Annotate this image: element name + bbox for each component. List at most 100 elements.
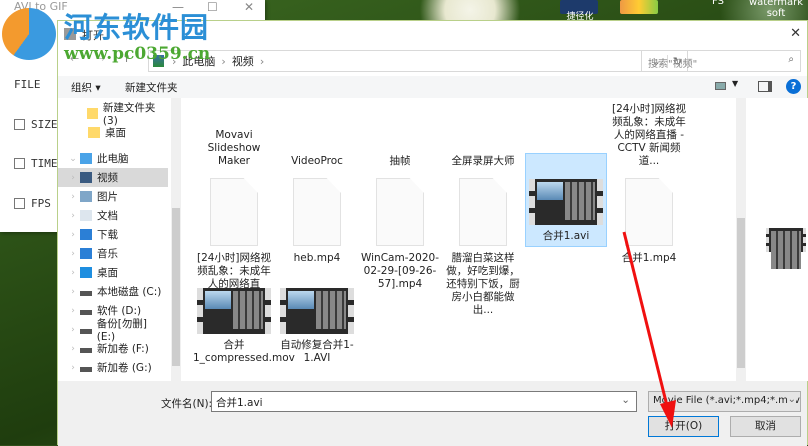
time-checkbox[interactable] (14, 158, 25, 169)
video-thumbnail-icon (197, 288, 271, 334)
file-item[interactable]: 全屏录屏大师 (442, 155, 524, 168)
expand-chevron-icon[interactable]: › (66, 230, 80, 240)
desktop-label: watermark soft (748, 0, 804, 19)
file-item[interactable]: 抽帧 (359, 155, 441, 168)
file-item[interactable]: WinCam-2020-02-29-[09-26-57].mp4 (359, 178, 441, 291)
nav-item-label: 桌面 (105, 127, 126, 139)
size-option[interactable]: SIZE (14, 118, 58, 131)
nav-item[interactable]: › 文档 (58, 206, 168, 225)
time-option[interactable]: TIME (14, 157, 58, 170)
nav-item[interactable]: › 本地磁盘 (C:) (58, 282, 168, 301)
video-icon (80, 172, 92, 183)
fps-option[interactable]: FPS (14, 197, 51, 210)
nav-item[interactable]: 桌面 (58, 123, 168, 142)
preview-pane-icon[interactable] (758, 81, 772, 92)
file-item[interactable]: 合并1_compressed.mov (193, 288, 295, 365)
nav-item[interactable]: 新建文件夹 (3) (58, 102, 168, 127)
view-options-icon[interactable] (715, 82, 726, 90)
expand-chevron-icon[interactable]: › (66, 192, 80, 202)
expand-chevron-icon[interactable]: › (66, 211, 80, 221)
open-button[interactable]: 打开(O) (648, 416, 719, 437)
expand-chevron-icon[interactable]: › (66, 344, 80, 354)
expand-chevron-icon[interactable]: › (66, 173, 80, 183)
file-list: Movavi Slideshow MakerVideoProc抽帧全屏录屏大师录… (181, 98, 746, 381)
close-button[interactable]: ✕ (244, 0, 254, 14)
fps-label: FPS (31, 197, 51, 210)
nav-item-label: 音乐 (97, 248, 118, 260)
dialog-close-button[interactable]: ✕ (790, 26, 801, 41)
desktop-archive-icon[interactable] (620, 0, 658, 14)
file-item[interactable]: 合并1.mp4 (608, 178, 690, 265)
fps-checkbox[interactable] (14, 198, 25, 209)
file-icon (210, 178, 258, 246)
expand-chevron-icon[interactable]: › (66, 306, 80, 316)
file-label: 腊溜白菜这样做，好吃到爆，还特别下饭，厨房小白都能做出... (446, 252, 520, 316)
file-item[interactable]: 腊溜白菜这样做，好吃到爆，还特别下饭，厨房小白都能做出... (442, 178, 524, 317)
expand-chevron-icon[interactable]: › (66, 287, 80, 297)
file-item[interactable]: [24小时]网络视频乱象：未成年人的网络直播.mp4 (193, 178, 275, 304)
nav-item[interactable]: › 新加卷 (F:) (58, 339, 168, 358)
nav-item[interactable]: › 下载 (58, 225, 168, 244)
music-icon (80, 248, 92, 259)
preview-thumbnail (766, 228, 806, 269)
nav-item-label: 此电脑 (97, 153, 129, 165)
help-icon[interactable]: ? (786, 79, 801, 94)
video-thumbnail-icon (529, 179, 603, 225)
organize-button[interactable]: 组织 ▾ (71, 80, 101, 95)
file-text: FILE (14, 78, 41, 91)
navigation-pane: 新建文件夹 (3) 桌面 ⌄ 此电脑 › 视频 › 图片 › 文档 › 下载 › 音乐 › 桌面 › 本地磁盘 (… (58, 98, 181, 381)
search-input[interactable]: 搜索"视频" ⌕ (641, 50, 801, 72)
folder-icon (86, 108, 98, 119)
address-bar[interactable]: › 此电脑 › 视频 › ⌄ ↻ (148, 50, 688, 72)
filename-dropdown-icon[interactable]: ⌄ (621, 394, 630, 406)
drive-icon (80, 367, 92, 372)
nav-item[interactable]: › 图片 (58, 187, 168, 206)
desktop-icon (80, 267, 92, 278)
breadcrumb-videos[interactable]: 视频 (232, 53, 254, 69)
expand-chevron-icon[interactable]: ⌄ (66, 154, 80, 164)
expand-chevron-icon[interactable]: › (66, 249, 80, 259)
file-icon (459, 178, 507, 246)
view-dropdown-icon[interactable]: ▼ (732, 79, 738, 88)
file-icon (625, 178, 673, 246)
nav-item[interactable]: › 新加卷 (G:) (58, 358, 168, 377)
nav-item[interactable]: ⌄ 此电脑 (58, 149, 168, 168)
nav-item[interactable]: › 备份[勿删] (E:) (58, 318, 168, 343)
drive-icon (80, 291, 92, 296)
cancel-button[interactable]: 取消 (730, 416, 801, 437)
file-scrollbar[interactable] (736, 98, 746, 381)
watermark-logo: 河东软件园 (64, 11, 210, 44)
filetype-select[interactable]: Movie File (*.avi;*.mp4;*.mov ⌄ (648, 391, 801, 412)
file-item[interactable]: [24小时]网络视频乱象：未成年人的网络直播 - CCTV 新闻频道... (608, 103, 690, 168)
file-label: [24小时]网络视频乱象：未成年人的网络直播 - CCTV 新闻频道... (611, 103, 687, 167)
expand-chevron-icon[interactable]: › (66, 325, 80, 335)
size-label: SIZE (31, 118, 58, 131)
nav-item[interactable]: › 桌面 (58, 263, 168, 282)
nav-item[interactable]: › 音乐 (58, 244, 168, 263)
watermark-url: www.pc0359.cn (64, 44, 211, 64)
file-label: 全屏录屏大师 (451, 155, 515, 167)
file-item[interactable]: Movavi Slideshow Maker (193, 129, 275, 168)
nav-item[interactable]: › 视频 (58, 168, 168, 187)
watermark-logo-icon (2, 8, 56, 60)
size-checkbox[interactable] (14, 119, 25, 130)
expand-chevron-icon[interactable]: › (66, 268, 80, 278)
file-item[interactable]: VideoProc (276, 155, 358, 168)
nav-item-label: 本地磁盘 (C:) (97, 286, 162, 298)
file-label: heb.mp4 (293, 252, 341, 264)
drive-icon (80, 348, 92, 353)
filename-input[interactable]: 合并1.avi ⌄ (211, 391, 637, 412)
file-label: 合并1.avi (542, 230, 590, 242)
file-label: 抽帧 (389, 155, 411, 167)
new-folder-button[interactable]: 新建文件夹 (125, 80, 178, 95)
file-item[interactable]: heb.mp4 (276, 178, 358, 265)
nav-item-label: 下载 (97, 229, 118, 241)
file-item[interactable]: 合并1.avi (525, 153, 607, 247)
file-item[interactable]: 自动修复合并1-1.AVI (276, 288, 358, 365)
search-placeholder: 搜索"视频" (648, 59, 698, 70)
file-label: 自动修复合并1-1.AVI (280, 339, 354, 364)
file-label: FILE (14, 78, 41, 91)
expand-chevron-icon[interactable]: › (66, 363, 80, 373)
nav-scrollbar[interactable] (171, 98, 181, 381)
filetype-value: Movie File (*.avi;*.mp4;*.mov (653, 395, 800, 406)
